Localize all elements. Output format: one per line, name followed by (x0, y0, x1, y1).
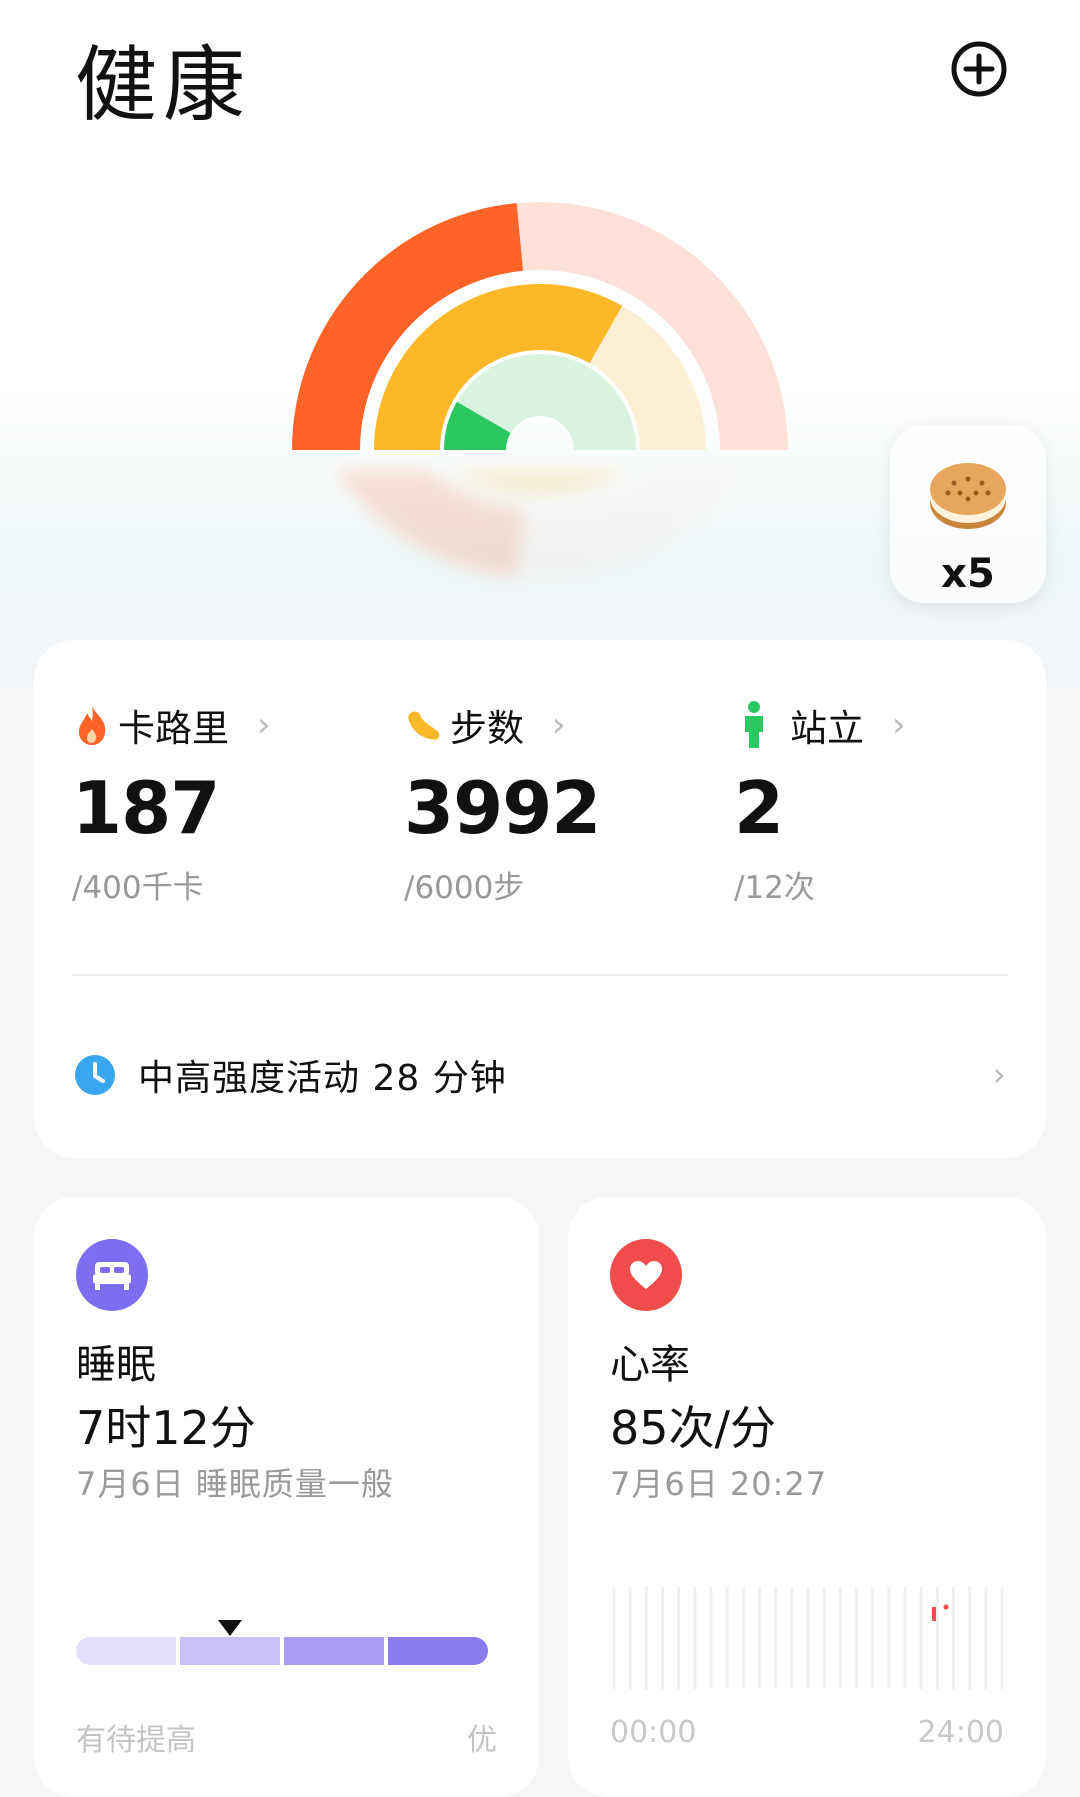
sleep-title: 睡眠 (76, 1342, 156, 1388)
reward-count: x5 (941, 551, 995, 597)
flame-icon (72, 702, 112, 748)
heart-subtitle: 7月6日 20:27 (610, 1465, 828, 1503)
add-button[interactable] (946, 36, 1012, 102)
divider (72, 974, 1008, 976)
quality-segment (284, 1637, 384, 1665)
metric-value: 2 (734, 766, 784, 850)
metric-calories[interactable]: 卡路里 › 187 /400千卡 (72, 700, 392, 907)
chevron-right-icon: › (992, 1055, 1006, 1095)
chevron-right-icon: › (257, 705, 271, 745)
reward-biscuit-button[interactable]: x5 (890, 425, 1046, 603)
heart-axis-end: 24:00 (917, 1715, 1004, 1750)
activity-card: 卡路里 › 187 /400千卡 步数 › 3992 /6000步 站立 › 2… (34, 640, 1046, 1158)
heart-rate-chart (612, 1587, 1004, 1689)
shoe-icon (404, 702, 444, 748)
clock-icon (75, 1055, 115, 1095)
scale-high-label: 优 (467, 1723, 497, 1758)
metric-label: 站立 (790, 707, 864, 750)
sleep-quality-marker (218, 1620, 242, 1636)
activity-rings[interactable] (250, 170, 830, 470)
metric-goal: /12次 (734, 870, 815, 906)
intensity-text: 中高强度活动 28 分钟 (138, 1058, 507, 1099)
sleep-quality-bar (76, 1637, 488, 1665)
biscuit-icon (930, 463, 1006, 529)
metric-goal: /400千卡 (72, 870, 204, 906)
sleep-duration: 7时12分 (76, 1401, 256, 1455)
quality-segment (388, 1637, 488, 1665)
metric-label: 步数 (450, 707, 524, 750)
heart-rate-value: 85次/分 (610, 1401, 777, 1455)
heart-axis-start: 00:00 (610, 1715, 697, 1750)
intensity-row[interactable]: 中高强度活动 28 分钟 › (74, 1040, 1006, 1110)
scale-low-label: 有待提高 (76, 1723, 196, 1758)
chevron-right-icon: › (552, 705, 566, 745)
metric-value: 187 (72, 766, 220, 850)
chevron-right-icon: › (892, 705, 906, 745)
metric-stand[interactable]: 站立 › 2 /12次 (734, 700, 1054, 907)
heart-icon (610, 1239, 682, 1311)
heart-title: 心率 (610, 1342, 690, 1388)
sleep-card[interactable]: 睡眠 7时12分 7月6日 睡眠质量一般 有待提高 优 (34, 1197, 539, 1797)
heart-rate-card[interactable]: 心率 85次/分 7月6日 20:27 00:00 24:00 (568, 1197, 1046, 1797)
quality-segment (76, 1637, 176, 1665)
plus-circle-icon (951, 41, 1007, 97)
bed-icon (76, 1239, 148, 1311)
standing-person-icon (734, 701, 774, 748)
metric-steps[interactable]: 步数 › 3992 /6000步 (404, 700, 724, 907)
hr-reading-dot (943, 1604, 949, 1610)
page-title: 健康 (75, 38, 252, 133)
metric-label: 卡路里 (118, 707, 229, 750)
activity-rings-reflection (250, 470, 830, 610)
quality-segment (180, 1637, 280, 1665)
metric-goal: /6000步 (404, 870, 525, 906)
sleep-subtitle: 7月6日 睡眠质量一般 (76, 1465, 394, 1503)
metric-value: 3992 (404, 766, 601, 850)
